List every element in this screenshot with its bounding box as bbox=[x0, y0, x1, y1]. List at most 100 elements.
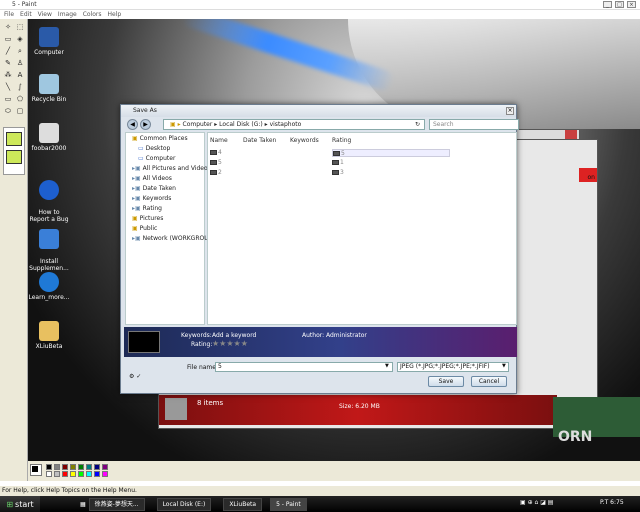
color-swatch[interactable] bbox=[54, 464, 60, 470]
color-swatch[interactable] bbox=[102, 471, 108, 477]
file-row[interactable]: 4 bbox=[210, 149, 222, 156]
desktop-icon-recycle-bin[interactable]: Recycle Bin bbox=[28, 74, 72, 103]
file-row-rating[interactable]: 5 bbox=[332, 149, 450, 157]
color-swatch[interactable] bbox=[94, 464, 100, 470]
menu-colors[interactable]: Colors bbox=[83, 11, 102, 18]
minimize-button[interactable]: _ bbox=[603, 1, 612, 8]
nav-item[interactable]: ▭ Computer bbox=[138, 155, 175, 162]
column-rating[interactable]: Rating bbox=[332, 137, 351, 144]
ellipse-icon[interactable]: ⬭ bbox=[3, 106, 13, 116]
tool-options[interactable] bbox=[3, 127, 25, 175]
file-row-rating[interactable]: 3 bbox=[332, 169, 344, 176]
column-date-taken[interactable]: Date Taken bbox=[243, 137, 276, 144]
color-picker-icon[interactable]: ╱ bbox=[3, 46, 13, 56]
maximize-button[interactable]: □ bbox=[615, 1, 624, 8]
desktop-icon-computer[interactable]: Computer bbox=[28, 27, 72, 56]
desktop-icon-foobar[interactable]: foobar2000 bbox=[28, 123, 72, 152]
text-icon[interactable]: A bbox=[15, 70, 25, 80]
menu-edit[interactable]: Edit bbox=[20, 11, 32, 18]
author-value[interactable]: Administrator bbox=[326, 332, 367, 339]
image-file-icon bbox=[210, 160, 217, 165]
fill-icon[interactable]: ◈ bbox=[15, 34, 25, 44]
color-swatch[interactable] bbox=[102, 464, 108, 470]
settings-icon[interactable]: ⚙ ✓ bbox=[129, 373, 141, 380]
path-computer[interactable]: Computer bbox=[183, 121, 213, 128]
color-swatch[interactable] bbox=[46, 471, 52, 477]
line-icon[interactable]: ╲ bbox=[3, 82, 13, 92]
brush-icon[interactable]: ♙ bbox=[15, 58, 25, 68]
rating-stars[interactable]: ★★★★★ bbox=[212, 339, 248, 348]
magnifier-icon[interactable]: ⌕ bbox=[15, 46, 25, 56]
save-button[interactable]: Save bbox=[428, 376, 464, 387]
rounded-rect-icon[interactable]: ▢ bbox=[15, 106, 25, 116]
column-keywords[interactable]: Keywords bbox=[290, 137, 319, 144]
filetype-select[interactable]: JPEG (*.JPG;*.JPEG;*.JPE;*.JFIF) bbox=[397, 362, 509, 372]
select-icon[interactable]: ⬚ bbox=[15, 22, 25, 32]
eraser-icon[interactable]: ▭ bbox=[3, 34, 13, 44]
color-swatch[interactable] bbox=[54, 471, 60, 477]
back-icon[interactable]: ◀ bbox=[127, 119, 138, 130]
file-row[interactable]: 5 bbox=[210, 159, 222, 166]
nav-item[interactable]: ▣ Public bbox=[132, 225, 157, 232]
foobar-icon bbox=[39, 123, 59, 143]
filename-input[interactable]: 5 bbox=[215, 362, 393, 372]
nav-item[interactable]: ▸▣ All Videos bbox=[132, 175, 172, 182]
quicklaunch-icon[interactable]: ▦ bbox=[80, 501, 86, 508]
menu-view[interactable]: View bbox=[38, 11, 52, 18]
nav-item[interactable]: ▸▣ Date Taken bbox=[132, 185, 176, 192]
cancel-button[interactable]: Cancel bbox=[471, 376, 507, 387]
file-row[interactable]: 2 bbox=[210, 169, 222, 176]
column-name[interactable]: Name bbox=[210, 137, 228, 144]
close-button[interactable]: × bbox=[627, 1, 636, 8]
nav-item[interactable]: ▸▣ Network (WORKGROUP bbox=[132, 235, 212, 242]
keywords-value[interactable]: Add a keyword bbox=[212, 332, 256, 339]
menu-file[interactable]: File bbox=[4, 11, 14, 18]
color-swatch[interactable] bbox=[78, 471, 84, 477]
polygon-icon[interactable]: ⬠ bbox=[15, 94, 25, 104]
color-swatch[interactable] bbox=[70, 464, 76, 470]
nav-item[interactable]: ▭ Desktop bbox=[138, 145, 170, 152]
color-swatch[interactable] bbox=[94, 471, 100, 477]
path-folder[interactable]: vistaphoto bbox=[270, 121, 302, 128]
menu-image[interactable]: Image bbox=[58, 11, 77, 18]
file-row-rating[interactable]: 1 bbox=[332, 159, 344, 166]
desktop-icon-learn-more[interactable]: Learn_more... bbox=[28, 272, 72, 301]
task-button[interactable]: 徐燕姿-夢想天... bbox=[88, 497, 145, 511]
nav-item[interactable]: ▸▣ Keywords bbox=[132, 195, 171, 202]
filename-dropdown-icon[interactable]: ▼ bbox=[385, 363, 389, 369]
task-button[interactable]: Local Disk (E:) bbox=[156, 497, 212, 511]
menu-bar: File Edit View Image Colors Help bbox=[0, 10, 640, 19]
color-swatch[interactable] bbox=[46, 464, 52, 470]
pencil-icon[interactable]: ✎ bbox=[3, 58, 13, 68]
task-button[interactable]: 5 - Paint bbox=[270, 497, 307, 511]
desktop-icon-report-bug[interactable]: How to Report a Bug bbox=[28, 173, 72, 223]
path-drive[interactable]: Local Disk (G:) bbox=[219, 121, 263, 128]
forward-icon[interactable]: ▶ bbox=[140, 119, 151, 130]
start-button[interactable]: ⊞ start bbox=[0, 496, 40, 512]
dialog-close-button[interactable]: × bbox=[506, 107, 514, 115]
address-field[interactable]: ▣ ▸ Computer ▸ Local Disk (G:) ▸ vistaph… bbox=[163, 119, 425, 130]
color-swatch[interactable] bbox=[86, 471, 92, 477]
refresh-icon[interactable]: ↻ bbox=[415, 120, 420, 129]
nav-item[interactable]: ▸▣ Rating bbox=[132, 205, 162, 212]
color-swatch[interactable] bbox=[62, 471, 68, 477]
current-colors[interactable] bbox=[30, 464, 42, 476]
rectangle-icon[interactable]: ▭ bbox=[3, 94, 13, 104]
nav-item[interactable]: ▸▣ All Pictures and Videos bbox=[132, 165, 211, 172]
color-swatch[interactable] bbox=[62, 464, 68, 470]
free-select-icon[interactable]: ✧ bbox=[3, 22, 13, 32]
nav-item[interactable]: ▣ Pictures bbox=[132, 215, 163, 222]
color-swatch[interactable] bbox=[86, 464, 92, 470]
color-swatch[interactable] bbox=[70, 471, 76, 477]
color-swatch[interactable] bbox=[78, 464, 84, 470]
curve-icon[interactable]: ∫ bbox=[15, 82, 25, 92]
search-input[interactable]: Search bbox=[429, 119, 519, 130]
task-button[interactable]: XLiuBeta bbox=[223, 497, 263, 511]
airbrush-icon[interactable]: ⁂ bbox=[3, 70, 13, 80]
tray-icons[interactable]: ▣ ⊕ ⌂ ◪ ▤ bbox=[520, 499, 553, 506]
menu-help[interactable]: Help bbox=[108, 11, 122, 18]
filetype-dropdown-icon[interactable]: ▼ bbox=[502, 363, 506, 369]
nav-item[interactable]: ▣ Common Places bbox=[132, 135, 188, 142]
desktop-icon-install[interactable]: Install Supplemen... bbox=[28, 222, 72, 272]
desktop-icon-xliubeta[interactable]: XLiuBeta bbox=[28, 321, 72, 350]
